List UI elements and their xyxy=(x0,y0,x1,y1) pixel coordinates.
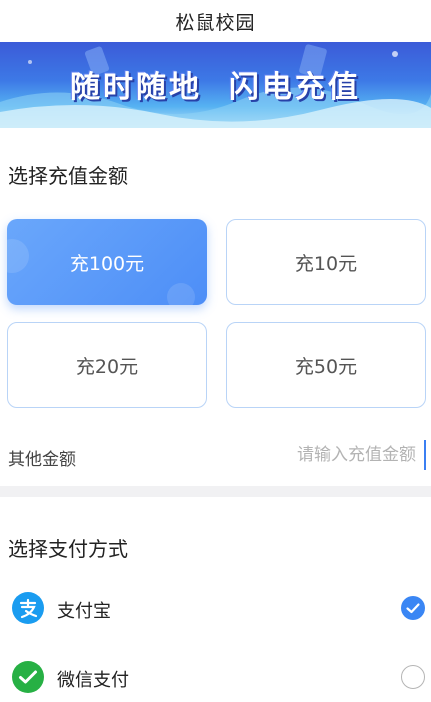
amount-option-20[interactable]: 充20元 xyxy=(7,322,207,408)
promo-banner: 随时随地 闪电充值 xyxy=(0,42,431,128)
section-divider xyxy=(0,486,431,497)
amount-option-label: 充10元 xyxy=(294,252,358,275)
amount-option-label: 充100元 xyxy=(69,252,145,275)
alipay-radio[interactable] xyxy=(401,596,425,620)
amount-option-label: 充20元 xyxy=(75,355,139,378)
payment-method-alipay[interactable]: 支付宝 xyxy=(0,583,431,633)
app-header: 松鼠校园 xyxy=(0,0,431,42)
check-icon xyxy=(406,603,420,614)
page-title: 松鼠校园 xyxy=(175,11,256,34)
other-amount-row: 其他金额 xyxy=(0,436,431,476)
payment-section-title: 选择支付方式 xyxy=(8,537,128,561)
amount-option-100[interactable]: 充100元 xyxy=(7,219,207,305)
amount-option-label: 充50元 xyxy=(294,355,358,378)
amount-option-10[interactable]: 充10元 xyxy=(226,219,426,305)
payment-method-label: 支付宝 xyxy=(57,601,111,622)
other-amount-label: 其他金额 xyxy=(8,450,76,470)
banner-title: 随时随地 闪电充值 xyxy=(70,70,361,105)
wechat-pay-icon xyxy=(12,661,44,693)
amount-section-title: 选择充值金额 xyxy=(8,164,128,188)
other-amount-input[interactable] xyxy=(216,440,426,470)
payment-method-label: 微信支付 xyxy=(57,670,129,691)
amount-option-50[interactable]: 充50元 xyxy=(226,322,426,408)
wechat-radio[interactable] xyxy=(401,665,425,689)
alipay-icon xyxy=(12,592,44,624)
